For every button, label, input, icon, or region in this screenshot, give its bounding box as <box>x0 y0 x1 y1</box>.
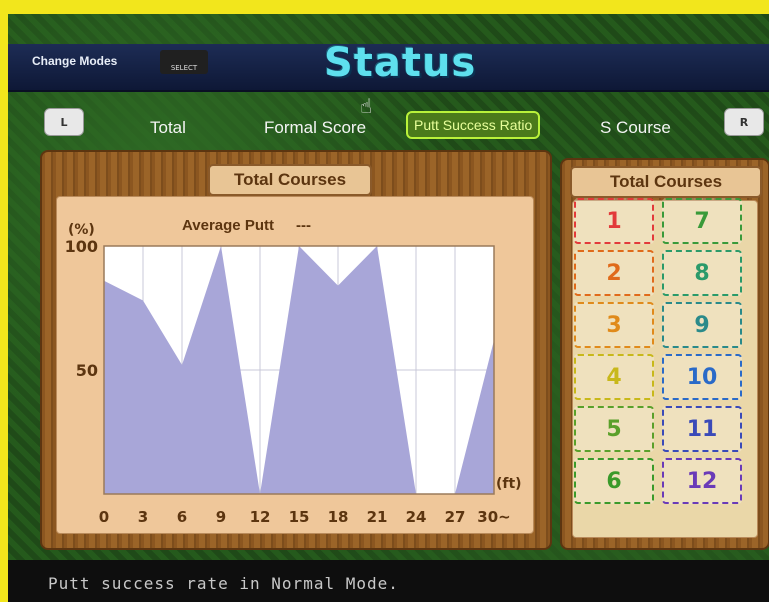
y-tick-layer: 100 50 <box>65 237 98 380</box>
x-tick-label: 18 <box>328 508 349 526</box>
putt-chart: (%) Average Putt --- (ft) 100 50 0 3 6 9 12 15… <box>65 217 522 526</box>
x-tick-label: 9 <box>216 508 226 526</box>
course-button-5[interactable]: 5 <box>574 406 654 452</box>
chart-title-value: --- <box>296 217 311 234</box>
course-button-10[interactable]: 10 <box>662 354 742 400</box>
course-button-2[interactable]: 2 <box>574 250 654 296</box>
select-button[interactable]: SELECT <box>160 50 208 74</box>
x-tick-label: 15 <box>289 508 310 526</box>
course-button-7[interactable]: 7 <box>662 198 742 244</box>
course-button-9[interactable]: 9 <box>662 302 742 348</box>
l-shoulder-button[interactable]: L <box>44 108 84 136</box>
course-button-4[interactable]: 4 <box>574 354 654 400</box>
course-button-6[interactable]: 6 <box>574 458 654 504</box>
course-button-12[interactable]: 12 <box>662 458 742 504</box>
change-modes-label: Change Modes <box>32 54 118 68</box>
tab-putt-success-ratio[interactable]: Putt Success Ratio <box>406 111 541 139</box>
x-tick-label: 3 <box>138 508 148 526</box>
game-screen: Change Modes SELECT Status ☝ L R Total F… <box>8 14 769 602</box>
x-tick-layer: 0 3 6 9 12 15 18 21 24 27 30~ <box>99 508 511 526</box>
tab-total[interactable]: Total <box>150 118 186 138</box>
course-button-8[interactable]: 8 <box>662 250 742 296</box>
message-text: Putt success rate in Normal Mode. <box>48 574 399 593</box>
y-tick-label: 50 <box>76 361 98 380</box>
x-tick-label: 6 <box>177 508 187 526</box>
x-tick-label: 12 <box>250 508 271 526</box>
x-tick-label: 27 <box>445 508 466 526</box>
y-axis-label: (%) <box>68 222 95 238</box>
page-title: Status <box>324 40 477 86</box>
x-tick-label: 21 <box>367 508 388 526</box>
x-tick-label: 30~ <box>477 508 510 526</box>
course-button-11[interactable]: 11 <box>662 406 742 452</box>
chart-title: Average Putt <box>182 217 274 234</box>
tab-s-course[interactable]: S Course <box>600 118 671 138</box>
course-button-3[interactable]: 3 <box>574 302 654 348</box>
r-shoulder-button[interactable]: R <box>724 108 764 136</box>
tab-formal-score[interactable]: Formal Score <box>264 118 366 138</box>
x-tick-label: 24 <box>406 508 427 526</box>
course-button-1[interactable]: 1 <box>574 198 654 244</box>
graph-panel-title: Total Courses <box>208 164 372 196</box>
x-axis-label: (ft) <box>496 476 522 492</box>
x-tick-label: 0 <box>99 508 109 526</box>
y-tick-label: 100 <box>65 237 98 256</box>
course-panel-title: Total Courses <box>570 166 762 198</box>
